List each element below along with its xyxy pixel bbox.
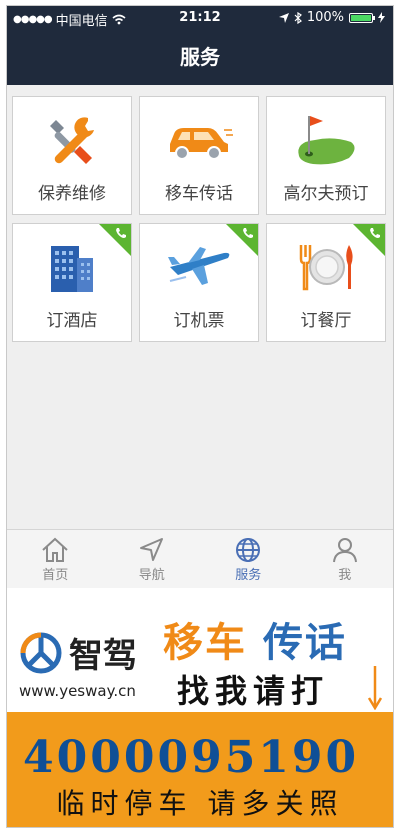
service-label: 订酒店: [46, 311, 98, 331]
yesway-logo-icon: [20, 632, 62, 673]
service-tile-maintenance[interactable]: 保养维修: [12, 96, 132, 215]
service-tile-hotel[interactable]: 订酒店: [12, 223, 132, 342]
wrench-screwdriver-icon: [13, 111, 131, 169]
person-icon: [332, 538, 357, 563]
bluetooth-icon: [294, 11, 302, 24]
charging-icon: [378, 12, 385, 23]
home-icon: [42, 537, 68, 562]
tab-navigation[interactable]: 导航: [104, 530, 201, 588]
service-label: 订餐厅: [300, 311, 352, 331]
service-tile-flight[interactable]: 订机票: [139, 223, 259, 342]
ad-subtitle: 找我请打: [177, 672, 330, 710]
service-label: 订机票: [173, 311, 225, 331]
status-bar: ●●●●● 中国电信 21:12 100%: [7, 6, 393, 30]
tab-label: 我: [338, 568, 352, 583]
hotel-building-icon: [13, 238, 131, 296]
golf-flag-icon: [267, 111, 385, 169]
ad-title: 移车 传话: [163, 610, 347, 668]
tab-label: 服务: [235, 568, 262, 583]
tab-service[interactable]: 服务: [200, 530, 297, 588]
tab-me[interactable]: 我: [297, 530, 394, 588]
tab-bar: 首页 导航 服务 我: [7, 529, 393, 588]
battery-percent: 100%: [306, 10, 344, 25]
location-icon: [278, 12, 289, 23]
ad-note: 临时停车 请多关照: [56, 787, 344, 820]
status-right: 100%: [278, 10, 385, 25]
ad-banner[interactable]: 智驾 www.yesway.cn 移车 传话 找我请打 4000095190 临…: [7, 588, 393, 827]
tab-label: 导航: [138, 568, 165, 583]
airplane-icon: [140, 238, 258, 296]
ad-title-part2: 传话: [262, 620, 347, 666]
service-label: 高尔夫预订: [283, 184, 369, 204]
ad-phone-number: 4000095190: [23, 732, 360, 783]
dining-plate-icon: [267, 238, 385, 296]
globe-icon: [236, 538, 261, 562]
service-label: 保养维修: [38, 184, 106, 204]
service-tile-restaurant[interactable]: 订餐厅: [266, 223, 386, 342]
ad-contact-panel: 4000095190 临时停车 请多关照: [7, 712, 393, 827]
brand-name: 智驾: [69, 636, 137, 676]
service-label: 移车传话: [165, 184, 233, 204]
tab-label: 首页: [42, 568, 69, 583]
service-tile-golf[interactable]: 高尔夫预订: [266, 96, 386, 215]
car-icon: [140, 111, 258, 169]
page-title: 服务: [7, 30, 393, 85]
app-screen: ●●●●● 中国电信 21:12 100% 服务 保养维修 移车传话 高尔夫预订…: [6, 5, 394, 828]
service-tile-move-car[interactable]: 移车传话: [139, 96, 259, 215]
brand-logo: 智驾: [19, 628, 137, 677]
ad-title-part1: 移车: [163, 620, 247, 666]
battery-icon: [349, 12, 375, 23]
navigation-arrow-icon: [139, 538, 163, 561]
brand-url: www.yesway.cn: [19, 682, 136, 700]
down-arrow-icon: [367, 666, 383, 710]
tab-home[interactable]: 首页: [7, 530, 104, 588]
